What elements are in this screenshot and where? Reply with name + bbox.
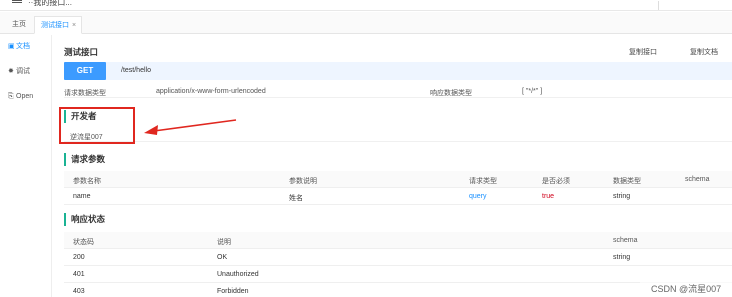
menu-icon[interactable] [12,0,22,3]
status-code: 401 [73,271,85,278]
url-bar: GET /test/hello [64,62,732,80]
request-params-heading: 请求参数 [64,153,105,166]
sidebar-item-open[interactable]: ⎘ Open [0,89,52,105]
sidebar-item-label: Open [16,93,34,100]
status-desc: Forbidden [217,288,249,295]
sidebar: ▣ 文档 ✸ 调试 ⎘ Open [0,35,52,297]
watermark: CSDN @流星007 [651,284,722,294]
param-name: name [73,193,91,200]
param-required: true [542,193,555,200]
doc-icon: ▣ [8,43,15,50]
tab-bar: 主页 测试接口 × [0,12,732,34]
sidebar-item-label: 调试 [16,68,30,75]
table-row: name 姓名 query true string [64,188,732,205]
page-title: 测试接口 [64,47,99,57]
top-bar: ··我的接口... [0,0,732,11]
param-in: query [469,193,487,200]
app-title: ··我的接口... [28,0,72,7]
debug-icon: ✸ [8,68,14,75]
tab-home[interactable]: 主页 [4,16,34,34]
column-header: 请求类型 [469,178,497,185]
table-row: 401 Unauthorized [64,266,732,283]
response-status-table: 状态码 说明 schema 200 OK string 401 Unauthor… [64,232,732,297]
sidebar-item-debug[interactable]: ✸ 调试 [0,64,52,80]
http-method-badge: GET [64,62,106,80]
table-header-row: 参数名称 参数说明 请求类型 是否必须 数据类型 schema [64,171,732,188]
column-header: 参数说明 [289,178,317,185]
status-code: 200 [73,254,85,261]
request-type-value: application/x-www-form-urlencoded [156,88,266,95]
column-header: 是否必须 [542,178,570,185]
param-desc: 姓名 [289,195,303,202]
table-row: 403 Forbidden [64,283,732,297]
column-header: 说明 [217,239,231,246]
column-header: 数据类型 [613,178,641,185]
table-header-row: 状态码 说明 schema [64,232,732,249]
sidebar-item-docs[interactable]: ▣ 文档 [0,39,52,55]
close-icon[interactable]: × [72,22,76,29]
param-type: string [613,193,631,200]
sidebar-item-label: 文档 [16,43,30,50]
open-icon: ⎘ [8,93,14,100]
column-header: schema [685,176,710,183]
status-desc: Unauthorized [217,271,259,278]
column-header: 状态码 [73,239,94,246]
response-type-value: [ "*/*" ] [522,88,543,95]
developer-row [64,127,732,142]
main-content: 测试接口 复制接口 复制文档 GET /test/hello 请求数据类型 ap… [58,35,732,297]
column-header: schema [613,237,638,244]
tab-test-api-label: 测试接口 [41,22,69,29]
content-type-row: 请求数据类型 application/x-www-form-urlencoded… [64,86,732,98]
response-type-label: 响应数据类型 [430,90,472,97]
status-desc: OK [217,254,228,261]
status-schema: string [613,254,631,261]
tab-home-label: 主页 [12,21,26,28]
request-type-label: 请求数据类型 [64,90,106,97]
tab-test-api[interactable]: 测试接口 × [34,16,82,34]
annotation-highlight-box [59,107,135,144]
table-row: 200 OK string [64,249,732,266]
response-status-heading: 响应状态 [64,213,105,226]
copy-api-link[interactable]: 复制接口 [629,47,657,57]
request-params-table: 参数名称 参数说明 请求类型 是否必须 数据类型 schema name 姓名 … [64,171,732,205]
column-header: 参数名称 [73,178,101,185]
copy-doc-link[interactable]: 复制文档 [690,47,718,57]
status-code: 403 [73,288,85,295]
api-path: /test/hello [121,67,151,74]
top-right-area[interactable] [658,1,732,10]
